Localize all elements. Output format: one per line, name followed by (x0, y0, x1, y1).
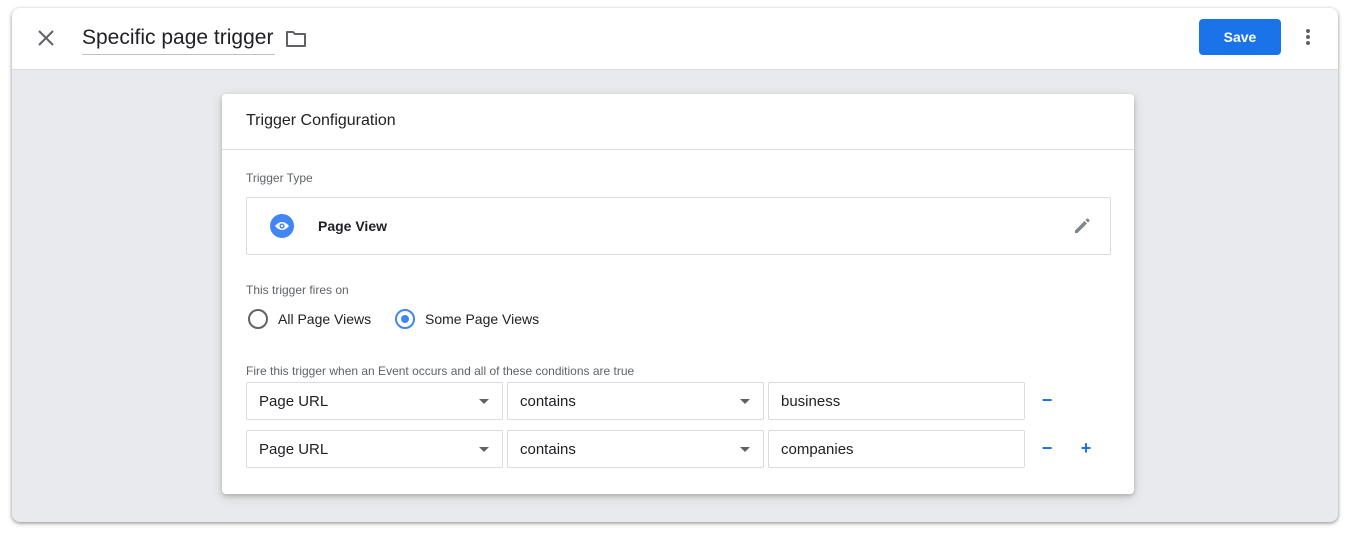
top-bar: Specific page trigger Save (12, 8, 1338, 70)
select-value: Page URL (259, 393, 329, 410)
trigger-editor-window: Specific page trigger Save Trigger Confi… (12, 8, 1338, 522)
radio-all-page-views[interactable]: All Page Views (248, 309, 371, 329)
card-header: Trigger Configuration (222, 94, 1134, 150)
fires-on-label: This trigger fires on (246, 283, 349, 297)
save-button[interactable]: Save (1199, 19, 1281, 55)
dropdown-arrow-icon (479, 399, 489, 404)
condition-value-input[interactable]: business (768, 382, 1025, 420)
condition-operator-select[interactable]: contains (507, 382, 764, 420)
condition-operator-select[interactable]: contains (507, 430, 764, 468)
condition-variable-select[interactable]: Page URL (246, 382, 503, 420)
select-value: Page URL (259, 441, 329, 458)
condition-variable-select[interactable]: Page URL (246, 430, 503, 468)
trigger-type-selector[interactable]: Page View (246, 197, 1111, 255)
more-vert-icon[interactable] (1296, 25, 1320, 49)
radio-label: Some Page Views (425, 311, 540, 327)
select-value: contains (520, 393, 576, 410)
trigger-type-name: Page View (318, 218, 388, 234)
radio-checked-icon (395, 309, 415, 329)
close-icon[interactable] (34, 26, 58, 50)
dropdown-arrow-icon (740, 447, 750, 452)
input-value: business (781, 393, 841, 410)
condition-value-input[interactable]: companies (768, 430, 1025, 468)
remove-condition-button[interactable]: − (1037, 391, 1057, 411)
radio-label: All Page Views (278, 311, 372, 327)
trigger-name-input[interactable]: Specific page trigger (82, 24, 276, 55)
folder-icon[interactable] (284, 27, 308, 51)
select-value: contains (520, 441, 576, 458)
add-condition-button[interactable]: + (1076, 439, 1096, 459)
radio-unchecked-icon (248, 309, 268, 329)
dropdown-arrow-icon (740, 399, 750, 404)
card-title: Trigger Configuration (246, 112, 396, 129)
radio-some-page-views[interactable]: Some Page Views (395, 309, 539, 329)
dropdown-arrow-icon (479, 447, 489, 452)
trigger-type-label: Trigger Type (246, 171, 313, 185)
remove-condition-button[interactable]: − (1037, 439, 1057, 459)
conditions-label: Fire this trigger when an Event occurs a… (246, 364, 635, 378)
trigger-configuration-card: Trigger Configuration Trigger Type Page … (222, 94, 1134, 494)
input-value: companies (781, 441, 854, 458)
eye-icon (270, 214, 294, 238)
pencil-icon[interactable] (1072, 216, 1092, 236)
